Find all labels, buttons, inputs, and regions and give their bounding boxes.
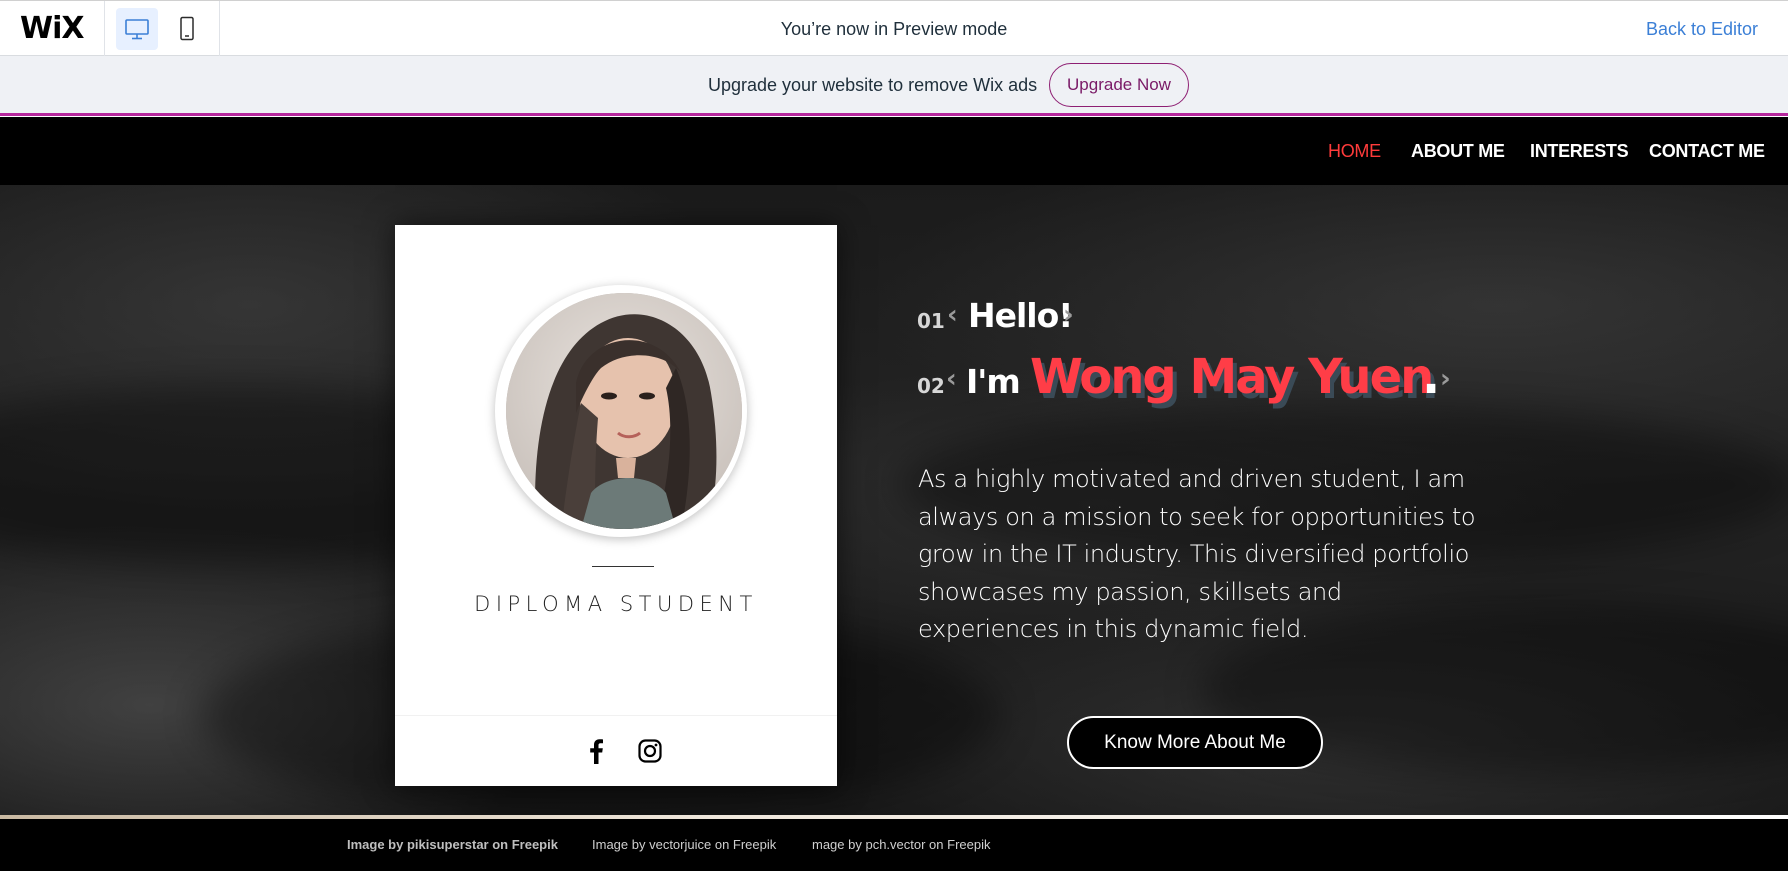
chevron-right-icon: › [1063,300,1074,330]
upgrade-now-button[interactable]: Upgrade Now [1049,63,1189,107]
divider-line [592,566,654,567]
instagram-link[interactable] [635,736,665,766]
social-bar [395,715,837,786]
upgrade-banner: Upgrade your website to remove Wix ads U… [0,56,1788,116]
name-period: . [1422,349,1441,405]
upgrade-message: Upgrade your website to remove Wix ads [708,75,1038,95]
facebook-icon [590,739,603,764]
site-navigation: HOME ABOUT ME INTERESTS CONTACT ME [0,117,1788,185]
desktop-view-button[interactable] [116,8,158,50]
mobile-icon [180,16,194,41]
image-credit[interactable]: Image by vectorjuice on Freepik [592,837,776,852]
line-number: 02 [917,374,945,398]
preview-mode-message: You’re now in Preview mode [780,19,1008,39]
profile-photo [506,293,742,529]
image-credit[interactable]: Image by pikisuperstar on Freepik [347,837,558,852]
intro-prefix: I'm [966,362,1021,401]
site-footer: Image by pikisuperstar on Freepik Image … [0,819,1788,871]
nav-item-contact-me[interactable]: CONTACT ME [1649,141,1765,162]
nav-item-about-me[interactable]: ABOUT ME [1411,141,1505,162]
toolbar-divider [104,1,105,56]
know-more-button[interactable]: Know More About Me [1067,716,1323,769]
instagram-icon [638,739,662,763]
chevron-left-icon: ‹ [947,300,958,330]
wix-logo: WiX [20,11,85,46]
greeting-text: Hello! [968,296,1073,335]
preview-toolbar: WiX You’re now in Preview mode Back to E… [0,0,1788,56]
role-title: DIPLOMA STUDENT [474,592,758,616]
chevron-right-icon: › [1440,364,1451,394]
avatar [506,293,742,529]
nav-item-interests[interactable]: INTERESTS [1530,141,1629,162]
nav-item-home[interactable]: HOME [1328,141,1381,162]
person-name: Wong May Yuen [1030,349,1434,405]
hero-section: DIPLOMA STUDENT [0,185,1788,815]
desktop-icon [125,19,149,40]
mobile-view-button[interactable] [166,8,208,50]
back-to-editor-link[interactable]: Back to Editor [1646,19,1758,40]
facebook-link[interactable] [581,736,611,766]
chevron-left-icon: ‹ [946,364,957,394]
avatar-frame [495,285,747,537]
image-credit[interactable]: mage by pch.vector on Freepik [812,837,990,852]
line-number: 01 [917,309,945,333]
toolbar-divider [219,1,220,56]
profile-card: DIPLOMA STUDENT [395,225,837,786]
intro-description: As a highly motivated and driven student… [918,465,1476,643]
